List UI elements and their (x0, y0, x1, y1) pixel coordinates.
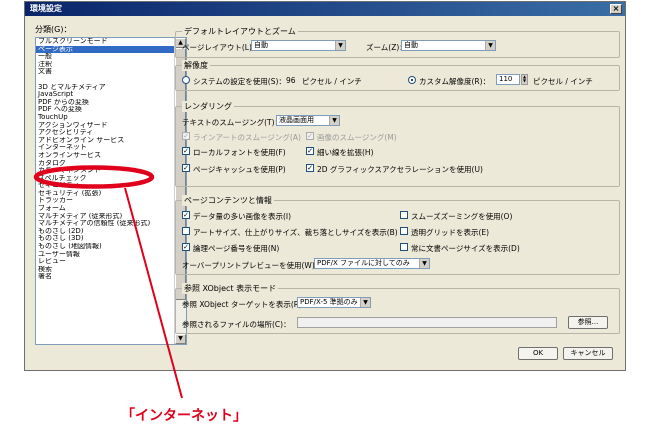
annotation-overlay (33, 165, 183, 399)
stage: 環境設定 × 分類(G)： フルスクリーンモード ページ表示 一般 注釈 文書 3D とマ… (0, 0, 666, 432)
annotation-caption: 「インターネット」 (121, 408, 247, 424)
highlight-ellipse (33, 165, 155, 189)
pointer-line (124, 187, 183, 399)
